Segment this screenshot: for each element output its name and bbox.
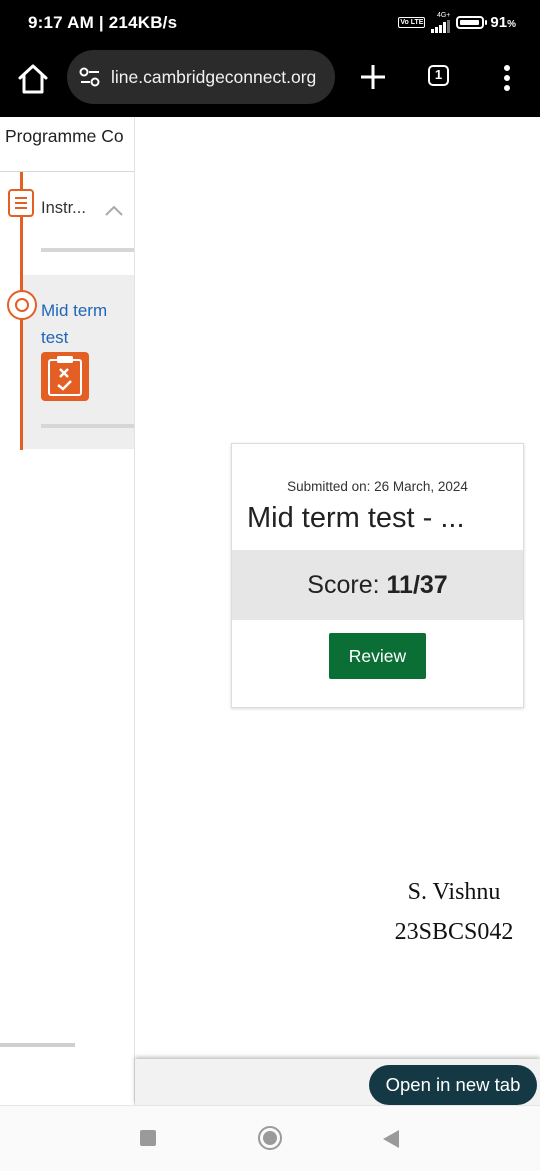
more-icon[interactable] <box>498 63 516 93</box>
submitted-date: Submitted on: 26 March, 2024 <box>287 479 468 494</box>
course-sidebar: Programme Co Instr... Mid term test <box>0 117 135 1105</box>
system-nav-bar <box>0 1105 540 1171</box>
document-icon <box>8 189 34 217</box>
network-indicator: 4G+ <box>431 12 451 33</box>
sidebar-item-label[interactable]: Mid term test <box>41 297 131 351</box>
score-value: 11/37 <box>386 571 448 599</box>
status-time: 9:17 AM | 214KB/s <box>28 13 178 32</box>
url-text[interactable]: line.cambridgeconnect.org <box>111 67 316 88</box>
score-label: Score: <box>307 571 380 599</box>
battery-fill <box>460 20 479 25</box>
site-settings-icon[interactable] <box>78 65 102 89</box>
progress-track <box>41 424 134 428</box>
progress-track <box>41 248 134 252</box>
home-nav-icon[interactable] <box>258 1126 282 1150</box>
sidebar-item-instructions[interactable]: Instr... <box>41 199 86 218</box>
tabs-count-button[interactable]: 1 <box>428 65 449 86</box>
test-result-icon[interactable] <box>41 352 89 401</box>
new-tab-plus-icon[interactable] <box>359 62 387 92</box>
programme-title: Programme Co <box>5 126 124 146</box>
scrollbar[interactable] <box>0 1043 75 1047</box>
student-name: S. Vishnu <box>407 879 501 905</box>
volte-icon: Vo LTE <box>398 17 426 28</box>
status-bar: 9:17 AM | 214KB/s Vo LTE 4G+ 91% <box>0 0 540 46</box>
back-icon[interactable] <box>382 1129 400 1149</box>
home-icon[interactable] <box>16 62 50 96</box>
battery-percent: 91% <box>490 14 516 31</box>
status-icons: Vo LTE 4G+ 91% <box>398 12 516 33</box>
signal-icon <box>431 19 451 33</box>
student-id: 23SBCS042 <box>394 919 514 945</box>
handwritten-note: S. Vishnu 23SBCS042 <box>384 872 524 952</box>
circle-icon <box>7 290 37 320</box>
score-band: Score: 11/37 <box>232 550 523 620</box>
chevron-up-icon[interactable] <box>104 203 124 217</box>
test-title: Mid term test - ... <box>247 502 465 534</box>
network-type: 4G+ <box>436 12 451 19</box>
review-button[interactable]: Review <box>329 633 426 679</box>
address-bar[interactable]: line.cambridgeconnect.org <box>67 50 335 104</box>
recents-icon[interactable] <box>140 1130 156 1146</box>
open-in-new-tab-button[interactable]: Open in new tab <box>369 1065 537 1105</box>
browser-toolbar: line.cambridgeconnect.org 1 <box>0 46 540 117</box>
battery-icon <box>456 16 488 29</box>
test-result-card: Submitted on: 26 March, 2024 Mid term te… <box>231 443 524 708</box>
